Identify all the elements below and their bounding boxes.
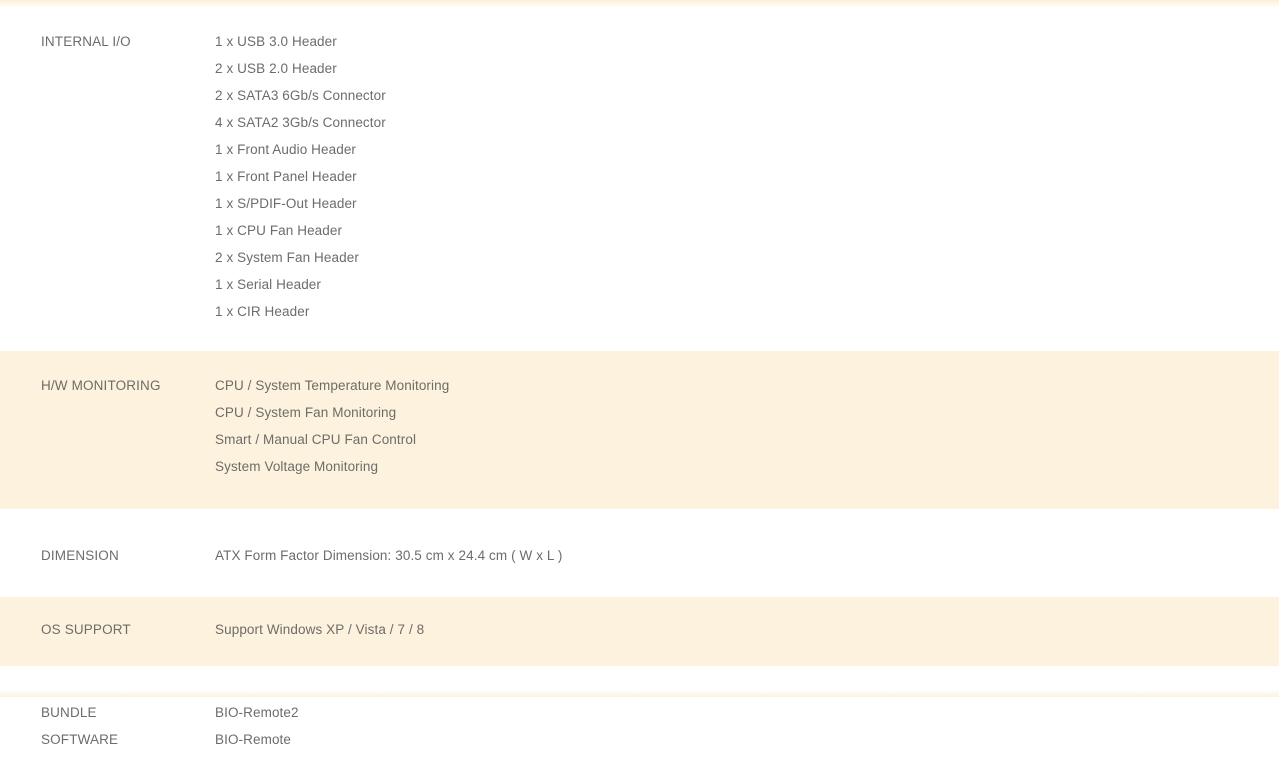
spec-value-line: 1 x Serial Header: [215, 277, 322, 292]
spec-value-line: 2 x SATA3 6Gb/s Connector: [215, 88, 386, 103]
spec-value-line: BIO-Remote: [215, 732, 292, 747]
row-gap: [0, 509, 1279, 522]
spec-value-line: CPU / System Fan Monitoring: [215, 405, 397, 420]
spec-value-line: 1 x S/PDIF-Out Header: [215, 196, 357, 211]
spec-values-os-support: Support Windows XP / Vista / 7 / 8: [215, 616, 1279, 643]
row-gap: [0, 666, 1279, 679]
spec-value-line: 1 x CIR Header: [215, 304, 310, 319]
spec-row-dimension: DIMENSION ATX Form Factor Dimension: 30.…: [0, 522, 1279, 589]
spec-label-os-support: OS SUPPORT: [41, 622, 131, 637]
spec-label-hw-monitoring: H/W MONITORING: [41, 378, 161, 393]
spec-value-line: 2 x USB 2.0 Header: [215, 61, 337, 76]
spec-label-internal-io: INTERNAL I/O: [41, 34, 131, 49]
spec-values-hw-monitoring: CPU / System Temperature Monitoring CPU …: [215, 372, 1279, 480]
spec-value-line: System Voltage Monitoring: [215, 459, 379, 474]
spec-value-line: Smart / Manual CPU Fan Control: [215, 432, 417, 447]
spec-row-hw-monitoring: H/W MONITORING CPU / System Temperature …: [0, 351, 1279, 509]
spec-value-line: ATX Form Factor Dimension: 30.5 cm x 24.…: [215, 548, 563, 563]
spec-label-bundle-software: BUNDLE SOFTWARE: [41, 705, 119, 747]
spec-values-dimension: ATX Form Factor Dimension: 30.5 cm x 24.…: [215, 542, 1279, 569]
specification-table: INTERNAL I/O 1 x USB 3.0 Header 2 x USB …: [0, 0, 1279, 773]
spec-value-line: 4 x SATA2 3Gb/s Connector: [215, 115, 386, 130]
spec-value-line: CPU / System Temperature Monitoring: [215, 378, 450, 393]
spec-values-internal-io: 1 x USB 3.0 Header 2 x USB 2.0 Header 2 …: [215, 28, 1279, 325]
spec-value-line: 2 x System Fan Header: [215, 250, 359, 265]
spec-row-internal-io: INTERNAL I/O 1 x USB 3.0 Header 2 x USB …: [0, 7, 1279, 351]
spec-value-line: 1 x USB 3.0 Header: [215, 34, 337, 49]
spec-row-os-support: OS SUPPORT Support Windows XP / Vista / …: [0, 597, 1279, 666]
spec-value-line: 1 x CPU Fan Header: [215, 223, 343, 238]
previous-row-edge: [0, 0, 1279, 7]
row-gap: [0, 589, 1279, 597]
spec-value-line: Support Windows XP / Vista / 7 / 8: [215, 622, 425, 637]
next-row-edge: [0, 691, 1279, 697]
spec-value-line: 1 x Front Panel Header: [215, 169, 357, 184]
spec-label-dimension: DIMENSION: [41, 548, 119, 563]
spec-value-line: BIO-Remote2: [215, 705, 299, 720]
spec-values-bundle-software: BIO-Remote2 BIO-Remote: [215, 699, 1279, 753]
spec-value-line: 1 x Front Audio Header: [215, 142, 357, 157]
